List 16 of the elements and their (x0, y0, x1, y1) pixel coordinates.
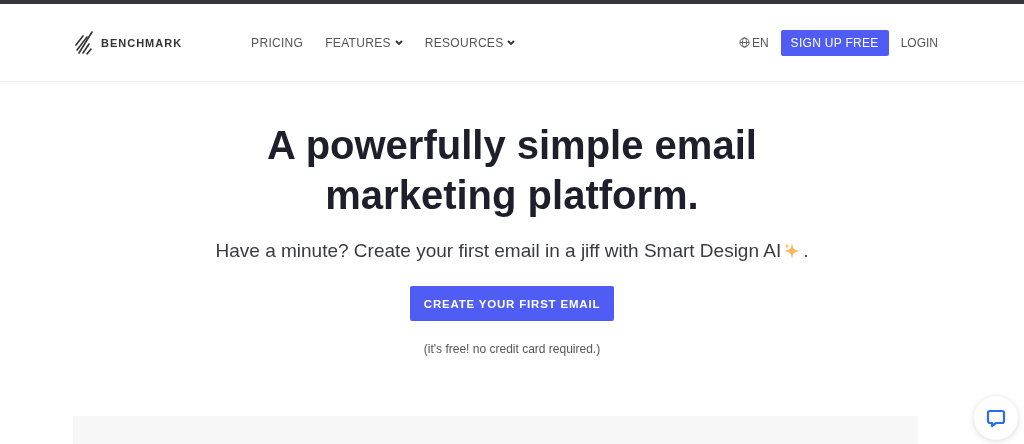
sign-up-button[interactable]: SIGN UP FREE (780, 29, 889, 56)
free-note: (it's free! no credit card required.) (423, 342, 601, 356)
chat-icon (986, 408, 1006, 428)
language-selector[interactable]: EN (739, 35, 769, 50)
subtitle-period: . (803, 240, 809, 262)
subtitle: Have a minute? Create your first email in a jiff with Smart Design AI (215, 240, 782, 262)
logo-icon (75, 30, 95, 55)
brand-name: BENCHMARK (101, 36, 183, 49)
nav-link[interactable]: PRICING (251, 35, 304, 50)
login-link[interactable]: LOGIN (900, 35, 938, 50)
globe-icon (739, 37, 750, 48)
nav-link[interactable]: FEATURES (325, 35, 403, 50)
chat-button[interactable] (974, 396, 1018, 440)
headline: A powerfully simple email marketing platform. (266, 122, 758, 219)
create-email-button[interactable]: CREATE YOUR FIRST EMAIL (410, 286, 614, 321)
nav-link[interactable]: RESOURCES (424, 35, 516, 50)
